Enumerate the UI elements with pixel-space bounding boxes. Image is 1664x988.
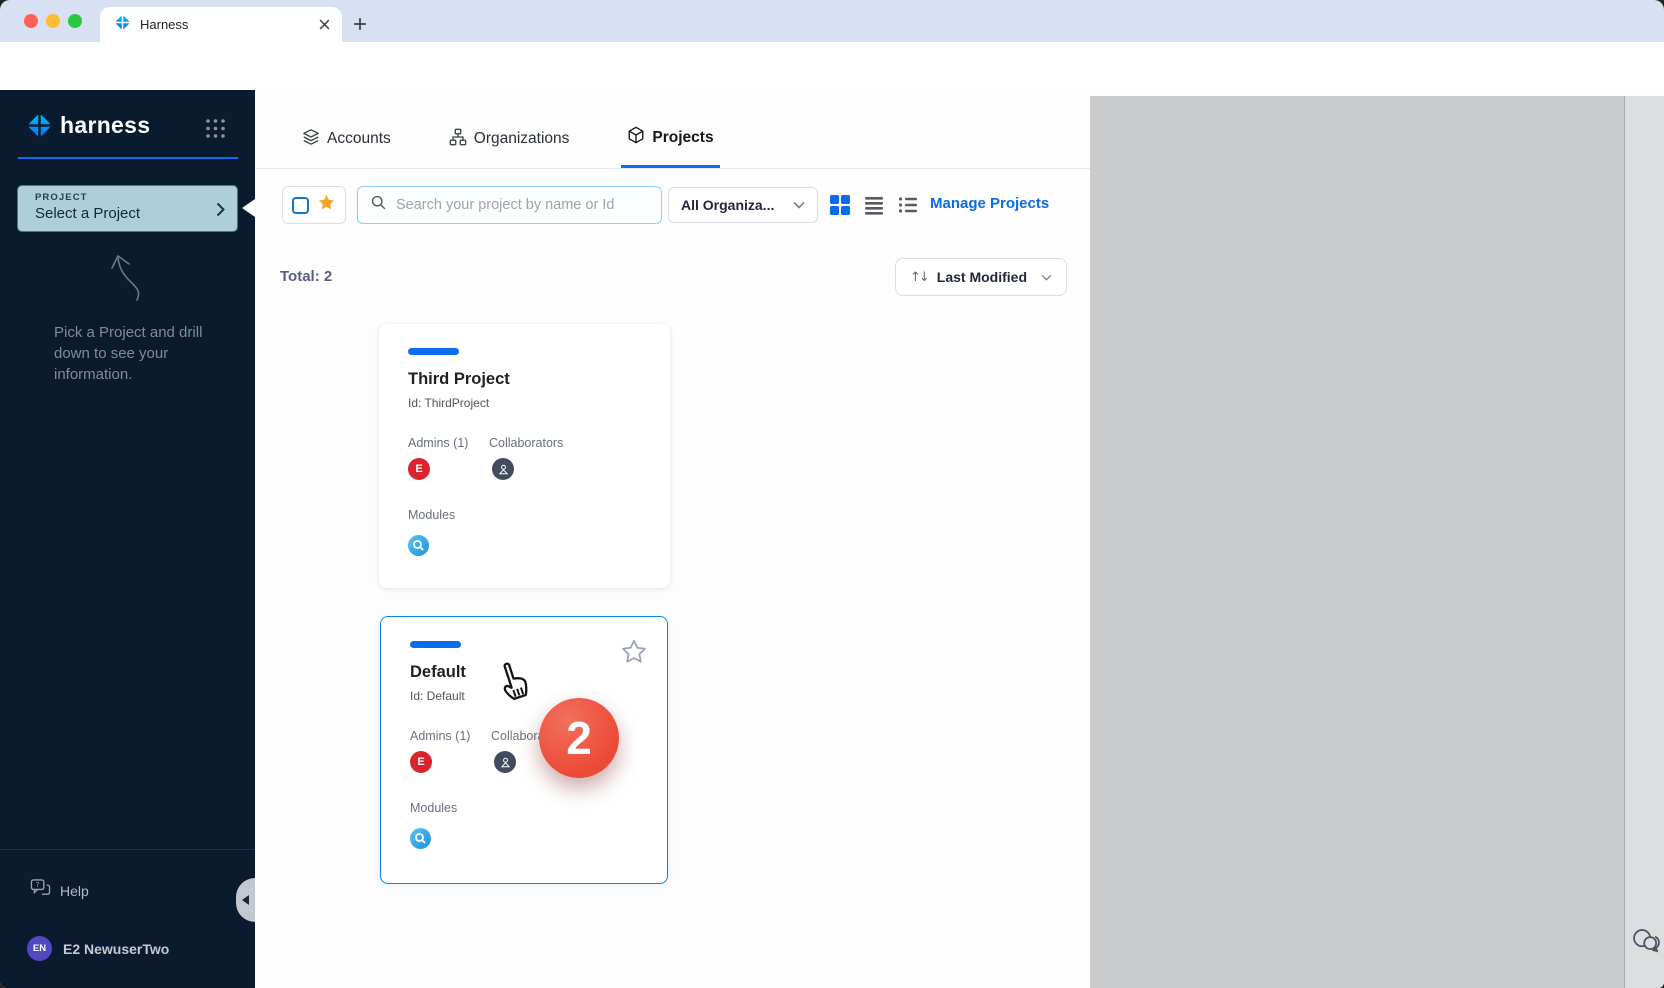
app-grid-icon[interactable] <box>205 118 226 139</box>
macos-close-button[interactable] <box>24 14 38 28</box>
project-title: Default <box>410 663 466 682</box>
project-search[interactable] <box>357 186 662 224</box>
svg-text:?: ? <box>36 880 40 889</box>
harness-logo[interactable]: harness <box>26 112 150 139</box>
modules-label: Modules <box>410 801 457 815</box>
harness-app: harness PROJECT Select a Project <box>0 90 1664 988</box>
organization-filter-value: All Organiza... <box>681 197 793 213</box>
chaos-module-icon[interactable] <box>410 828 431 849</box>
macos-minimize-button[interactable] <box>46 14 60 28</box>
total-count-label: Total: 2 <box>280 268 332 285</box>
user-avatar: EN <box>27 936 52 961</box>
tab-organizations[interactable]: Organizations <box>443 110 576 168</box>
project-color-bar <box>410 641 461 648</box>
collaborator-invite-avatar[interactable] <box>492 458 514 480</box>
manage-projects-link[interactable]: Manage Projects <box>930 195 1049 212</box>
tab-projects-label: Projects <box>652 129 713 147</box>
sidebar: harness PROJECT Select a Project <box>0 90 255 988</box>
admin-avatar[interactable]: E <box>410 751 432 773</box>
projects-cube-icon <box>627 126 645 149</box>
tab-accounts[interactable]: Accounts <box>296 110 397 168</box>
browser-tab[interactable]: Harness <box>100 7 342 42</box>
detail-list-view-icon[interactable] <box>898 195 918 215</box>
tab-projects[interactable]: Projects <box>621 110 719 168</box>
help-button[interactable]: ? Help <box>30 878 89 903</box>
org-chart-icon <box>449 128 467 151</box>
sort-arrows-icon: ↑↓ <box>910 270 928 285</box>
scope-tabs: Accounts Organizations <box>255 110 720 168</box>
project-selector-value: Select a Project <box>35 205 225 222</box>
project-selector-label: PROJECT <box>35 192 225 203</box>
admins-label: Admins (1) <box>408 436 468 450</box>
search-input[interactable] <box>396 197 649 213</box>
accounts-layers-icon <box>302 128 320 151</box>
tabs-divider <box>255 168 1090 169</box>
chevron-down-icon <box>793 196 805 214</box>
star-filled-icon[interactable] <box>317 193 336 217</box>
macos-zoom-button[interactable] <box>68 14 82 28</box>
empty-gray-panel <box>1090 96 1624 988</box>
favorites-filter-group <box>282 186 346 224</box>
sidebar-accent-rule <box>18 157 238 159</box>
tab-strip: Harness <box>0 0 1664 42</box>
user-menu[interactable]: EN E2 NewuserTwo <box>27 936 169 961</box>
favicon-harness-icon <box>114 14 131 36</box>
sort-dropdown[interactable]: ↑↓ Last Modified <box>895 258 1067 296</box>
project-card-default[interactable]: Default Id: Default Admins (1) Collabora… <box>380 616 668 884</box>
project-title: Third Project <box>408 370 510 389</box>
chevron-down-icon <box>1041 268 1052 286</box>
tab-title: Harness <box>140 17 316 32</box>
project-selector[interactable]: PROJECT Select a Project <box>17 185 238 232</box>
project-id: Id: ThirdProject <box>408 396 489 410</box>
hand-cursor-icon <box>494 659 534 707</box>
chevron-right-icon <box>216 202 225 222</box>
sort-value: Last Modified <box>937 269 1032 285</box>
new-tab-button[interactable] <box>349 13 371 35</box>
search-icon <box>370 194 387 216</box>
feedback-chat-icon[interactable] <box>1630 926 1660 956</box>
browser-toolbar: app.harness.io/ng/account/YWdkwNPiTceDUK… <box>0 42 1664 90</box>
sidebar-collapse-button[interactable] <box>236 878 255 922</box>
logo-text: harness <box>60 112 150 139</box>
annotation-step-badge: 2 <box>539 698 619 778</box>
user-name: E2 NewuserTwo <box>63 941 169 957</box>
browser-window: Harness app.harness.io/ng/account/YWdkwN <box>0 0 1664 988</box>
tab-accounts-label: Accounts <box>327 130 391 148</box>
right-scroll-strip[interactable] <box>1624 96 1664 988</box>
collaborators-label: Collaborators <box>489 436 563 450</box>
project-id: Id: Default <box>410 689 465 703</box>
organization-filter-dropdown[interactable]: All Organiza... <box>668 187 818 223</box>
admins-label: Admins (1) <box>410 729 470 743</box>
star-outline-icon[interactable] <box>619 637 649 667</box>
sketch-arrow-icon <box>95 242 151 309</box>
collaborator-invite-avatar[interactable] <box>494 751 516 773</box>
chaos-module-icon[interactable] <box>408 535 429 556</box>
tab-organizations-label: Organizations <box>474 130 570 148</box>
project-card-third-project[interactable]: Third Project Id: ThirdProject Admins (1… <box>379 324 670 588</box>
help-label: Help <box>60 883 89 899</box>
project-color-bar <box>408 348 459 355</box>
tab-close-icon[interactable] <box>316 17 332 33</box>
sidebar-hint-text: Pick a Project and drill down to see you… <box>54 322 214 385</box>
filter-bar: All Organiza... Manage Projects <box>255 186 1090 224</box>
help-chat-icon: ? <box>30 878 51 903</box>
selector-pointer-notch <box>242 199 255 217</box>
favorites-checkbox[interactable] <box>292 197 309 214</box>
modules-label: Modules <box>408 508 455 522</box>
sidebar-divider <box>0 849 255 850</box>
admin-avatar[interactable]: E <box>408 458 430 480</box>
list-view-icon[interactable] <box>864 195 884 215</box>
grid-view-icon[interactable] <box>830 195 850 215</box>
main-content: Accounts Organizations <box>255 90 1090 988</box>
collapse-arrow-icon <box>242 895 249 905</box>
